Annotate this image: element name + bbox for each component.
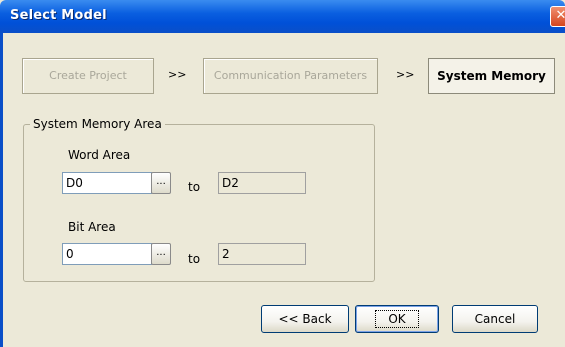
back-button[interactable]: << Back bbox=[261, 305, 349, 333]
group-title: System Memory Area bbox=[30, 117, 165, 131]
step-separator: >> bbox=[396, 68, 415, 81]
bit-area-to-label: to bbox=[188, 252, 201, 266]
ok-button-label: OK bbox=[375, 310, 419, 328]
step-separator: >> bbox=[168, 68, 187, 81]
word-area-to-label: to bbox=[188, 180, 201, 194]
select-model-dialog: Select Model ✕ Create Project >> Communi… bbox=[0, 0, 565, 347]
window-title: Select Model bbox=[10, 8, 107, 23]
step-system-memory: System Memory bbox=[428, 58, 555, 94]
ok-button[interactable]: OK bbox=[355, 305, 439, 333]
bit-area-to-field: 2 bbox=[218, 243, 306, 265]
close-icon[interactable]: ✕ bbox=[550, 6, 565, 27]
bit-area-browse-button[interactable]: ... bbox=[151, 243, 171, 265]
bit-area-from-input[interactable]: 0 bbox=[62, 243, 152, 265]
word-area-to-field: D2 bbox=[218, 172, 306, 194]
bit-area-label: Bit Area bbox=[68, 220, 116, 234]
title-bar[interactable]: Select Model ✕ bbox=[0, 0, 565, 33]
step-communication-parameters: Communication Parameters bbox=[203, 58, 378, 94]
cancel-button[interactable]: Cancel bbox=[452, 305, 538, 333]
word-area-from-input[interactable]: D0 bbox=[62, 172, 152, 194]
window-frame-left bbox=[0, 33, 3, 347]
word-area-browse-button[interactable]: ... bbox=[151, 172, 171, 194]
word-area-label: Word Area bbox=[68, 148, 131, 162]
step-create-project: Create Project bbox=[22, 58, 154, 94]
